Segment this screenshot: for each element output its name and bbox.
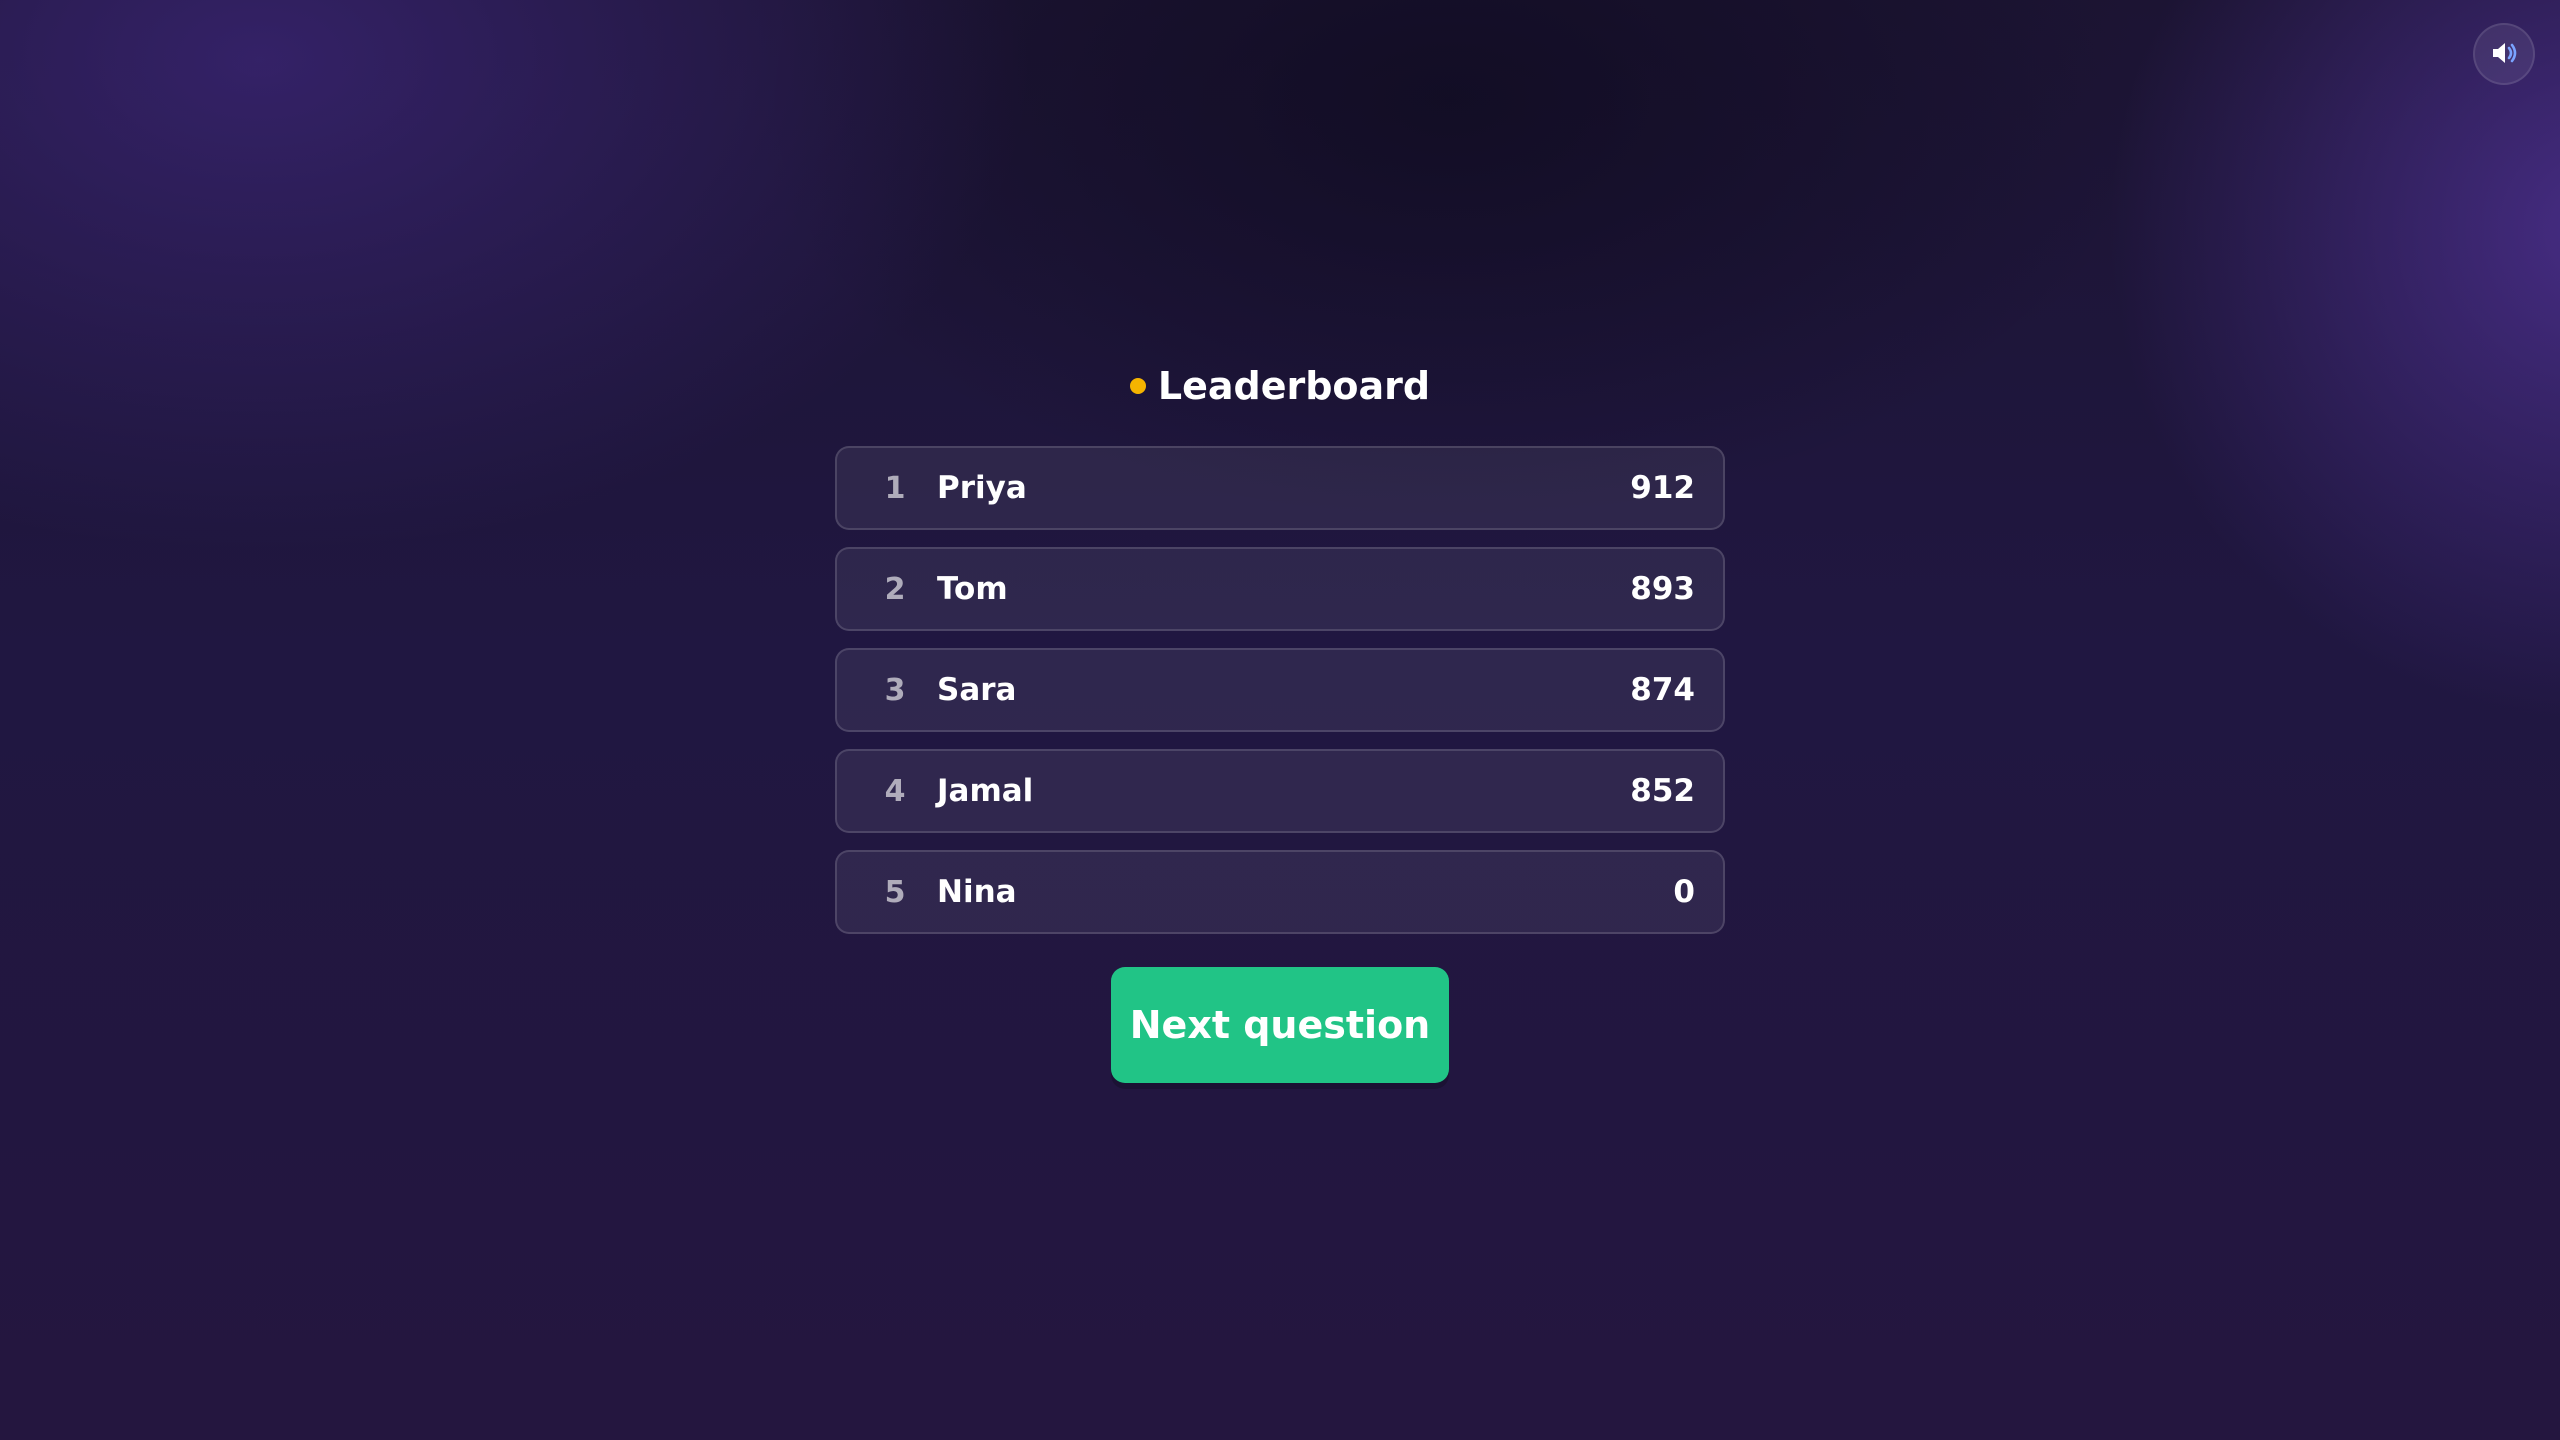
sound-toggle-button[interactable] <box>2473 23 2535 85</box>
player-rank: 5 <box>884 874 906 910</box>
speaker-volume-icon <box>2488 37 2520 72</box>
leaderboard-panel: Leaderboard 1 Priya 912 2 Tom 893 3 Sara… <box>835 360 1725 1083</box>
next-question-button[interactable]: Next question <box>1111 967 1449 1083</box>
player-score: 0 <box>1673 874 1695 910</box>
player-rank: 4 <box>884 773 906 809</box>
player-score: 874 <box>1630 672 1695 708</box>
leaderboard-header: Leaderboard <box>835 360 1725 412</box>
leaderboard-row: 1 Priya 912 <box>835 446 1725 530</box>
player-name: Nina <box>937 874 1017 910</box>
leaderboard-row: 3 Sara 874 <box>835 648 1725 732</box>
player-name: Sara <box>937 672 1017 708</box>
leaderboard-row: 4 Jamal 852 <box>835 749 1725 833</box>
player-score: 912 <box>1630 470 1695 506</box>
player-rank: 3 <box>884 672 906 708</box>
leaderboard-title: Leaderboard <box>1157 364 1431 408</box>
player-rank: 2 <box>884 571 906 607</box>
player-name: Priya <box>937 470 1027 506</box>
leaderboard-list: 1 Priya 912 2 Tom 893 3 Sara 874 4 Jamal… <box>835 446 1725 951</box>
player-rank: 1 <box>884 470 906 506</box>
player-score: 852 <box>1630 773 1695 809</box>
leaderboard-row: 2 Tom 893 <box>835 547 1725 631</box>
leaderboard-row: 5 Nina 0 <box>835 850 1725 934</box>
player-score: 893 <box>1630 571 1695 607</box>
player-name: Jamal <box>937 773 1034 809</box>
status-dot-icon <box>1129 378 1146 394</box>
player-name: Tom <box>937 571 1008 607</box>
